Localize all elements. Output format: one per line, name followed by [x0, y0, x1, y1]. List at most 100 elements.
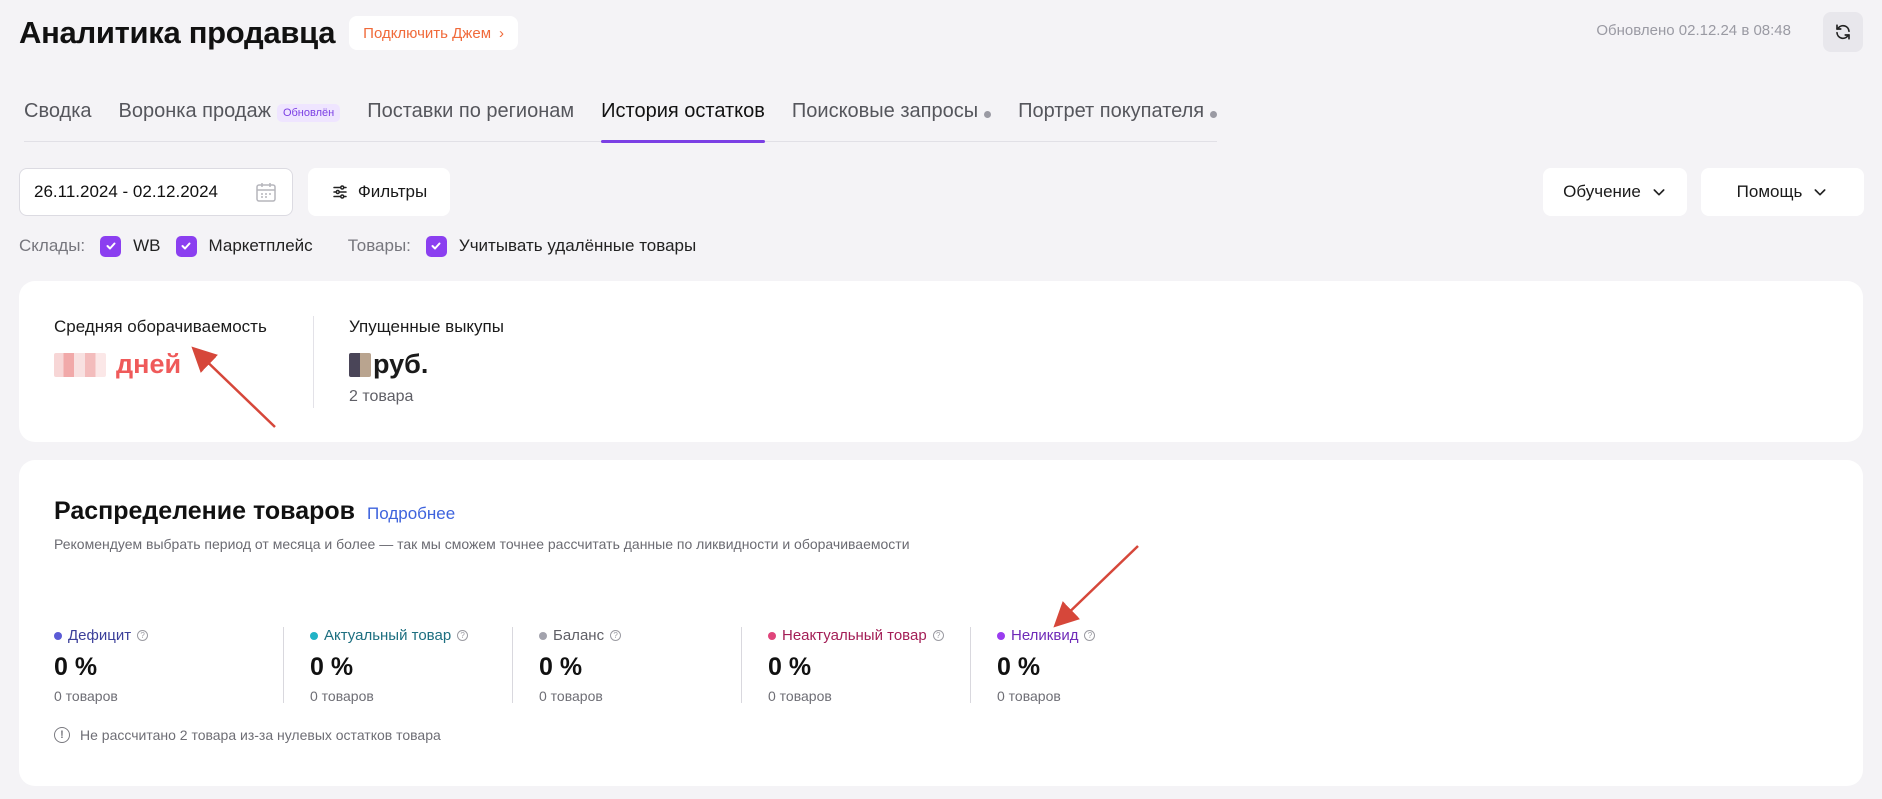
connect-jam-button[interactable]: Подключить Джем ›	[349, 16, 519, 50]
check-icon	[181, 242, 191, 250]
updated-badge: Обновлён	[276, 104, 341, 122]
stat-header: Баланс ?	[539, 627, 741, 644]
legend-dot	[997, 631, 1005, 640]
redacted-value	[349, 352, 371, 377]
sliders-icon	[333, 185, 347, 199]
goods-label: Товары:	[347, 236, 411, 255]
stat-header: Неликвид ?	[997, 627, 1199, 644]
turnover-unit: дней	[116, 349, 182, 379]
stat-irrelevant: Неактуальный товар ? 0 % 0 товаров	[741, 627, 970, 704]
tab-indicator-dot	[1210, 111, 1218, 118]
wb-label: WB	[133, 236, 161, 255]
chevron-down-icon	[1653, 189, 1665, 196]
stat-value: 0 %	[768, 653, 812, 681]
help-label: Помощь	[1736, 182, 1803, 201]
tab-buyer-portrait[interactable]: Портрет покупателя	[1018, 100, 1218, 142]
wb-checkbox[interactable]	[100, 235, 122, 257]
filters-button[interactable]: Фильтры	[308, 168, 450, 216]
help-icon[interactable]: ?	[932, 630, 944, 641]
help-dropdown[interactable]: Помощь	[1701, 168, 1864, 216]
stat-label: Баланс	[553, 627, 605, 644]
summary-card: Средняя оборачиваемость дней Упущенные в…	[19, 281, 1863, 442]
stat-header: Дефицит ?	[54, 627, 283, 644]
redacted-value	[54, 352, 106, 377]
refresh-icon	[1836, 24, 1850, 40]
help-icon[interactable]: ?	[1084, 630, 1096, 641]
stat-count: 0 товаров	[54, 688, 118, 704]
stat-count: 0 товаров	[539, 688, 603, 704]
distribution-description: Рекомендуем выбрать период от месяца и б…	[54, 536, 910, 552]
marketplace-label: Маркетплейс	[208, 236, 313, 255]
check-icon	[431, 242, 441, 250]
distribution-title: Распределение товаров	[54, 497, 356, 525]
tab-summary[interactable]: Сводка	[24, 100, 92, 142]
tabs: Сводка Воронка продаж Обновлён Поставки …	[24, 100, 1218, 143]
missed-sales-label: Упущенные выкупы	[349, 317, 504, 336]
missed-sales-count: 2 товара	[349, 388, 414, 405]
date-range-value: 26.11.2024 - 02.12.2024	[34, 182, 219, 201]
stat-value: 0 %	[997, 653, 1041, 681]
distribution-stats: Дефицит ? 0 % 0 товаров Актуальный товар…	[54, 627, 1199, 704]
tab-regional-supplies[interactable]: Поставки по регионам	[367, 100, 574, 142]
stat-count: 0 товаров	[768, 688, 832, 704]
help-icon[interactable]: ?	[137, 630, 149, 641]
stat-count: 0 товаров	[310, 688, 374, 704]
updated-timestamp: Обновлено 02.12.24 в 08:48	[1596, 22, 1791, 39]
divider	[313, 316, 314, 408]
calendar-icon	[256, 183, 276, 202]
filter-checkbox-row: Склады: WB Маркетплейс Товары: Учитывать…	[19, 234, 696, 258]
info-icon: !	[54, 727, 70, 743]
tab-label: Воронка продаж	[118, 100, 271, 122]
learning-dropdown[interactable]: Обучение	[1543, 168, 1687, 216]
learning-label: Обучение	[1563, 182, 1641, 201]
distribution-header: Распределение товаров Подробнее	[54, 497, 455, 526]
stat-value: 0 %	[310, 653, 354, 681]
stat-balance: Баланс ? 0 % 0 товаров	[512, 627, 741, 704]
stat-count: 0 товаров	[997, 688, 1061, 704]
missed-sales-value: руб.	[349, 349, 504, 380]
warehouses-label: Склады:	[19, 236, 86, 255]
tab-label: Поисковые запросы	[791, 100, 979, 122]
tab-label: История остатков	[601, 100, 765, 122]
missed-sales-metric: Упущенные выкупы руб. 2 товара	[349, 317, 504, 406]
stat-deficit: Дефицит ? 0 % 0 товаров	[54, 627, 283, 704]
connect-jam-label: Подключить Джем	[363, 24, 492, 42]
marketplace-checkbox[interactable]	[175, 235, 197, 257]
legend-dot	[539, 631, 547, 640]
date-range-picker[interactable]: 26.11.2024 - 02.12.2024	[19, 168, 293, 216]
tab-search-queries[interactable]: Поисковые запросы	[791, 100, 992, 142]
turnover-metric: Средняя оборачиваемость дней	[54, 317, 267, 380]
refresh-button[interactable]	[1823, 12, 1863, 52]
legend-dot	[54, 631, 62, 640]
chevron-down-icon	[1814, 189, 1826, 196]
note-text: Не рассчитано 2 товара из-за нулевых ост…	[80, 727, 441, 743]
turnover-value: дней	[54, 349, 267, 380]
stat-label: Дефицит	[68, 627, 132, 644]
stat-value: 0 %	[54, 653, 98, 681]
tab-sales-funnel[interactable]: Воронка продаж Обновлён	[119, 100, 341, 142]
chevron-right-icon: ›	[499, 24, 505, 42]
tab-indicator-dot	[984, 111, 992, 118]
legend-dot	[768, 631, 776, 640]
tab-label: Сводка	[24, 100, 92, 122]
stat-actual: Актуальный товар ? 0 % 0 товаров	[283, 627, 512, 704]
stat-label: Неактуальный товар	[782, 627, 927, 644]
calculation-note: ! Не рассчитано 2 товара из-за нулевых о…	[54, 727, 441, 743]
more-link[interactable]: Подробнее	[367, 504, 455, 524]
tab-stock-history[interactable]: История остатков	[601, 100, 765, 143]
missed-sales-unit: руб.	[373, 349, 429, 379]
tab-label: Поставки по регионам	[367, 100, 575, 122]
tab-label: Портрет покупателя	[1018, 100, 1205, 122]
stat-label: Неликвид	[1011, 627, 1079, 644]
include-deleted-label: Учитывать удалённые товары	[458, 236, 697, 255]
stat-illiquid: Неликвид ? 0 % 0 товаров	[970, 627, 1199, 704]
legend-dot	[310, 631, 318, 640]
include-deleted-checkbox[interactable]	[425, 235, 447, 257]
page-title: Аналитика продавца	[19, 15, 336, 50]
help-icon[interactable]: ?	[610, 630, 622, 641]
distribution-card: Распределение товаров Подробнее Рекоменд…	[19, 460, 1863, 786]
stat-header: Неактуальный товар ?	[768, 627, 970, 644]
help-icon[interactable]: ?	[457, 630, 469, 641]
page-header: Аналитика продавца Подключить Джем › Обн…	[19, 12, 1863, 54]
stat-label: Актуальный товар	[324, 627, 452, 644]
